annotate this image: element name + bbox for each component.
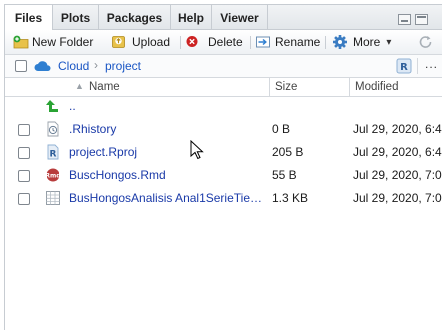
rproj-icon: R — [47, 144, 59, 160]
upload-label: Upload — [132, 35, 171, 49]
cloud-icon — [34, 61, 51, 71]
rename-label: Rename — [275, 35, 321, 49]
new-folder-label: New Folder — [32, 35, 94, 49]
file-name[interactable]: BusHongosAnalisis Anal1SerieTie… — [69, 191, 262, 205]
rmd-icon: Rmd — [45, 168, 61, 182]
refresh-icon — [419, 36, 432, 48]
mouse-cursor-icon — [190, 140, 204, 160]
breadcrumb-project[interactable]: project — [105, 59, 141, 73]
delete-label: Delete — [208, 35, 243, 49]
up-arrow-icon — [46, 100, 58, 112]
column-divider — [269, 78, 270, 96]
breadcrumb: Cloud › project R ... — [5, 55, 442, 78]
file-checkbox[interactable] — [18, 170, 30, 182]
file-row[interactable]: Rmd BuscHongos.Rmd 55 B Jul 29, 2020, 7:… — [5, 164, 442, 187]
file-row[interactable]: BusHongosAnalisis Anal1SerieTie… 1.3 KB … — [5, 187, 442, 210]
more-menu-button[interactable]: More ▾ — [332, 30, 391, 54]
upload-icon — [112, 36, 125, 48]
tab-viewer[interactable]: Viewer — [212, 5, 268, 29]
file-modified: Jul 29, 2020, 7:0 — [353, 168, 442, 182]
new-folder-icon — [13, 35, 29, 49]
sort-up-icon[interactable]: ▲ — [75, 81, 84, 91]
column-name[interactable]: Name — [89, 81, 120, 93]
file-size: 55 B — [272, 168, 297, 182]
file-checkbox[interactable] — [18, 147, 30, 159]
file-row[interactable]: .Rhistory 0 B Jul 29, 2020, 6:4 — [5, 118, 442, 141]
file-checkbox[interactable] — [18, 193, 30, 205]
rename-icon — [256, 36, 270, 48]
tab-bar: Files Plots Packages Help Viewer — [5, 5, 442, 30]
more-label: More — [353, 35, 381, 49]
file-name[interactable]: .Rhistory — [69, 122, 116, 136]
file-size: 1.3 KB — [272, 191, 309, 205]
column-divider — [349, 78, 350, 96]
file-size: 0 B — [272, 122, 291, 136]
delete-icon — [186, 36, 198, 47]
svg-text:R: R — [400, 62, 408, 73]
tab-plots[interactable]: Plots — [53, 5, 99, 29]
overflow-menu-button[interactable]: ... — [425, 57, 438, 71]
rename-button[interactable]: Rename — [255, 30, 320, 54]
breadcrumb-divider — [417, 58, 418, 74]
upload-button[interactable]: Upload — [111, 30, 170, 54]
tab-help[interactable]: Help — [171, 5, 212, 29]
maximize-pane-button[interactable] — [415, 14, 428, 25]
parent-directory-row[interactable]: .. — [5, 95, 442, 118]
files-pane: Files Plots Packages Help Viewer New Fol… — [4, 4, 442, 330]
parent-directory-link[interactable]: .. — [69, 99, 76, 113]
svg-text:R: R — [50, 150, 57, 160]
toolbar-divider — [180, 36, 181, 49]
tab-files[interactable]: Files — [5, 5, 53, 30]
go-to-project-icon[interactable]: R — [396, 58, 412, 74]
refresh-button[interactable] — [417, 30, 435, 54]
file-name[interactable]: project.Rproj — [69, 145, 137, 159]
file-modified: Jul 29, 2020, 6:4 — [353, 122, 442, 136]
file-name[interactable]: BuscHongos.Rmd — [69, 168, 166, 182]
gear-icon — [333, 35, 347, 49]
new-folder-button[interactable]: New Folder — [12, 30, 93, 54]
toolbar-divider — [250, 36, 251, 49]
svg-text:Rmd: Rmd — [45, 173, 60, 180]
chevron-down-icon: ▾ — [386, 36, 392, 48]
column-size[interactable]: Size — [275, 81, 297, 93]
minimize-pane-button[interactable] — [398, 14, 411, 25]
toolbar-divider — [325, 36, 326, 49]
column-modified[interactable]: Modified — [355, 81, 398, 93]
tab-packages[interactable]: Packages — [99, 5, 171, 29]
file-size: 205 B — [272, 145, 304, 159]
file-checkbox[interactable] — [18, 124, 30, 136]
files-toolbar: New Folder Upload Delete Rename More ▾ — [5, 30, 442, 55]
file-modified: Jul 29, 2020, 6:4 — [353, 145, 442, 159]
select-all-checkbox[interactable] — [15, 60, 27, 72]
delete-button[interactable]: Delete — [185, 30, 243, 54]
csv-table-icon — [46, 191, 60, 205]
rhistory-icon — [47, 121, 59, 137]
file-modified: Jul 29, 2020, 7:0 — [353, 191, 442, 205]
file-row[interactable]: R project.Rproj 205 B Jul 29, 2020, 6:4 — [5, 141, 442, 164]
breadcrumb-cloud[interactable]: Cloud — [58, 59, 89, 73]
breadcrumb-separator: › — [94, 58, 98, 72]
